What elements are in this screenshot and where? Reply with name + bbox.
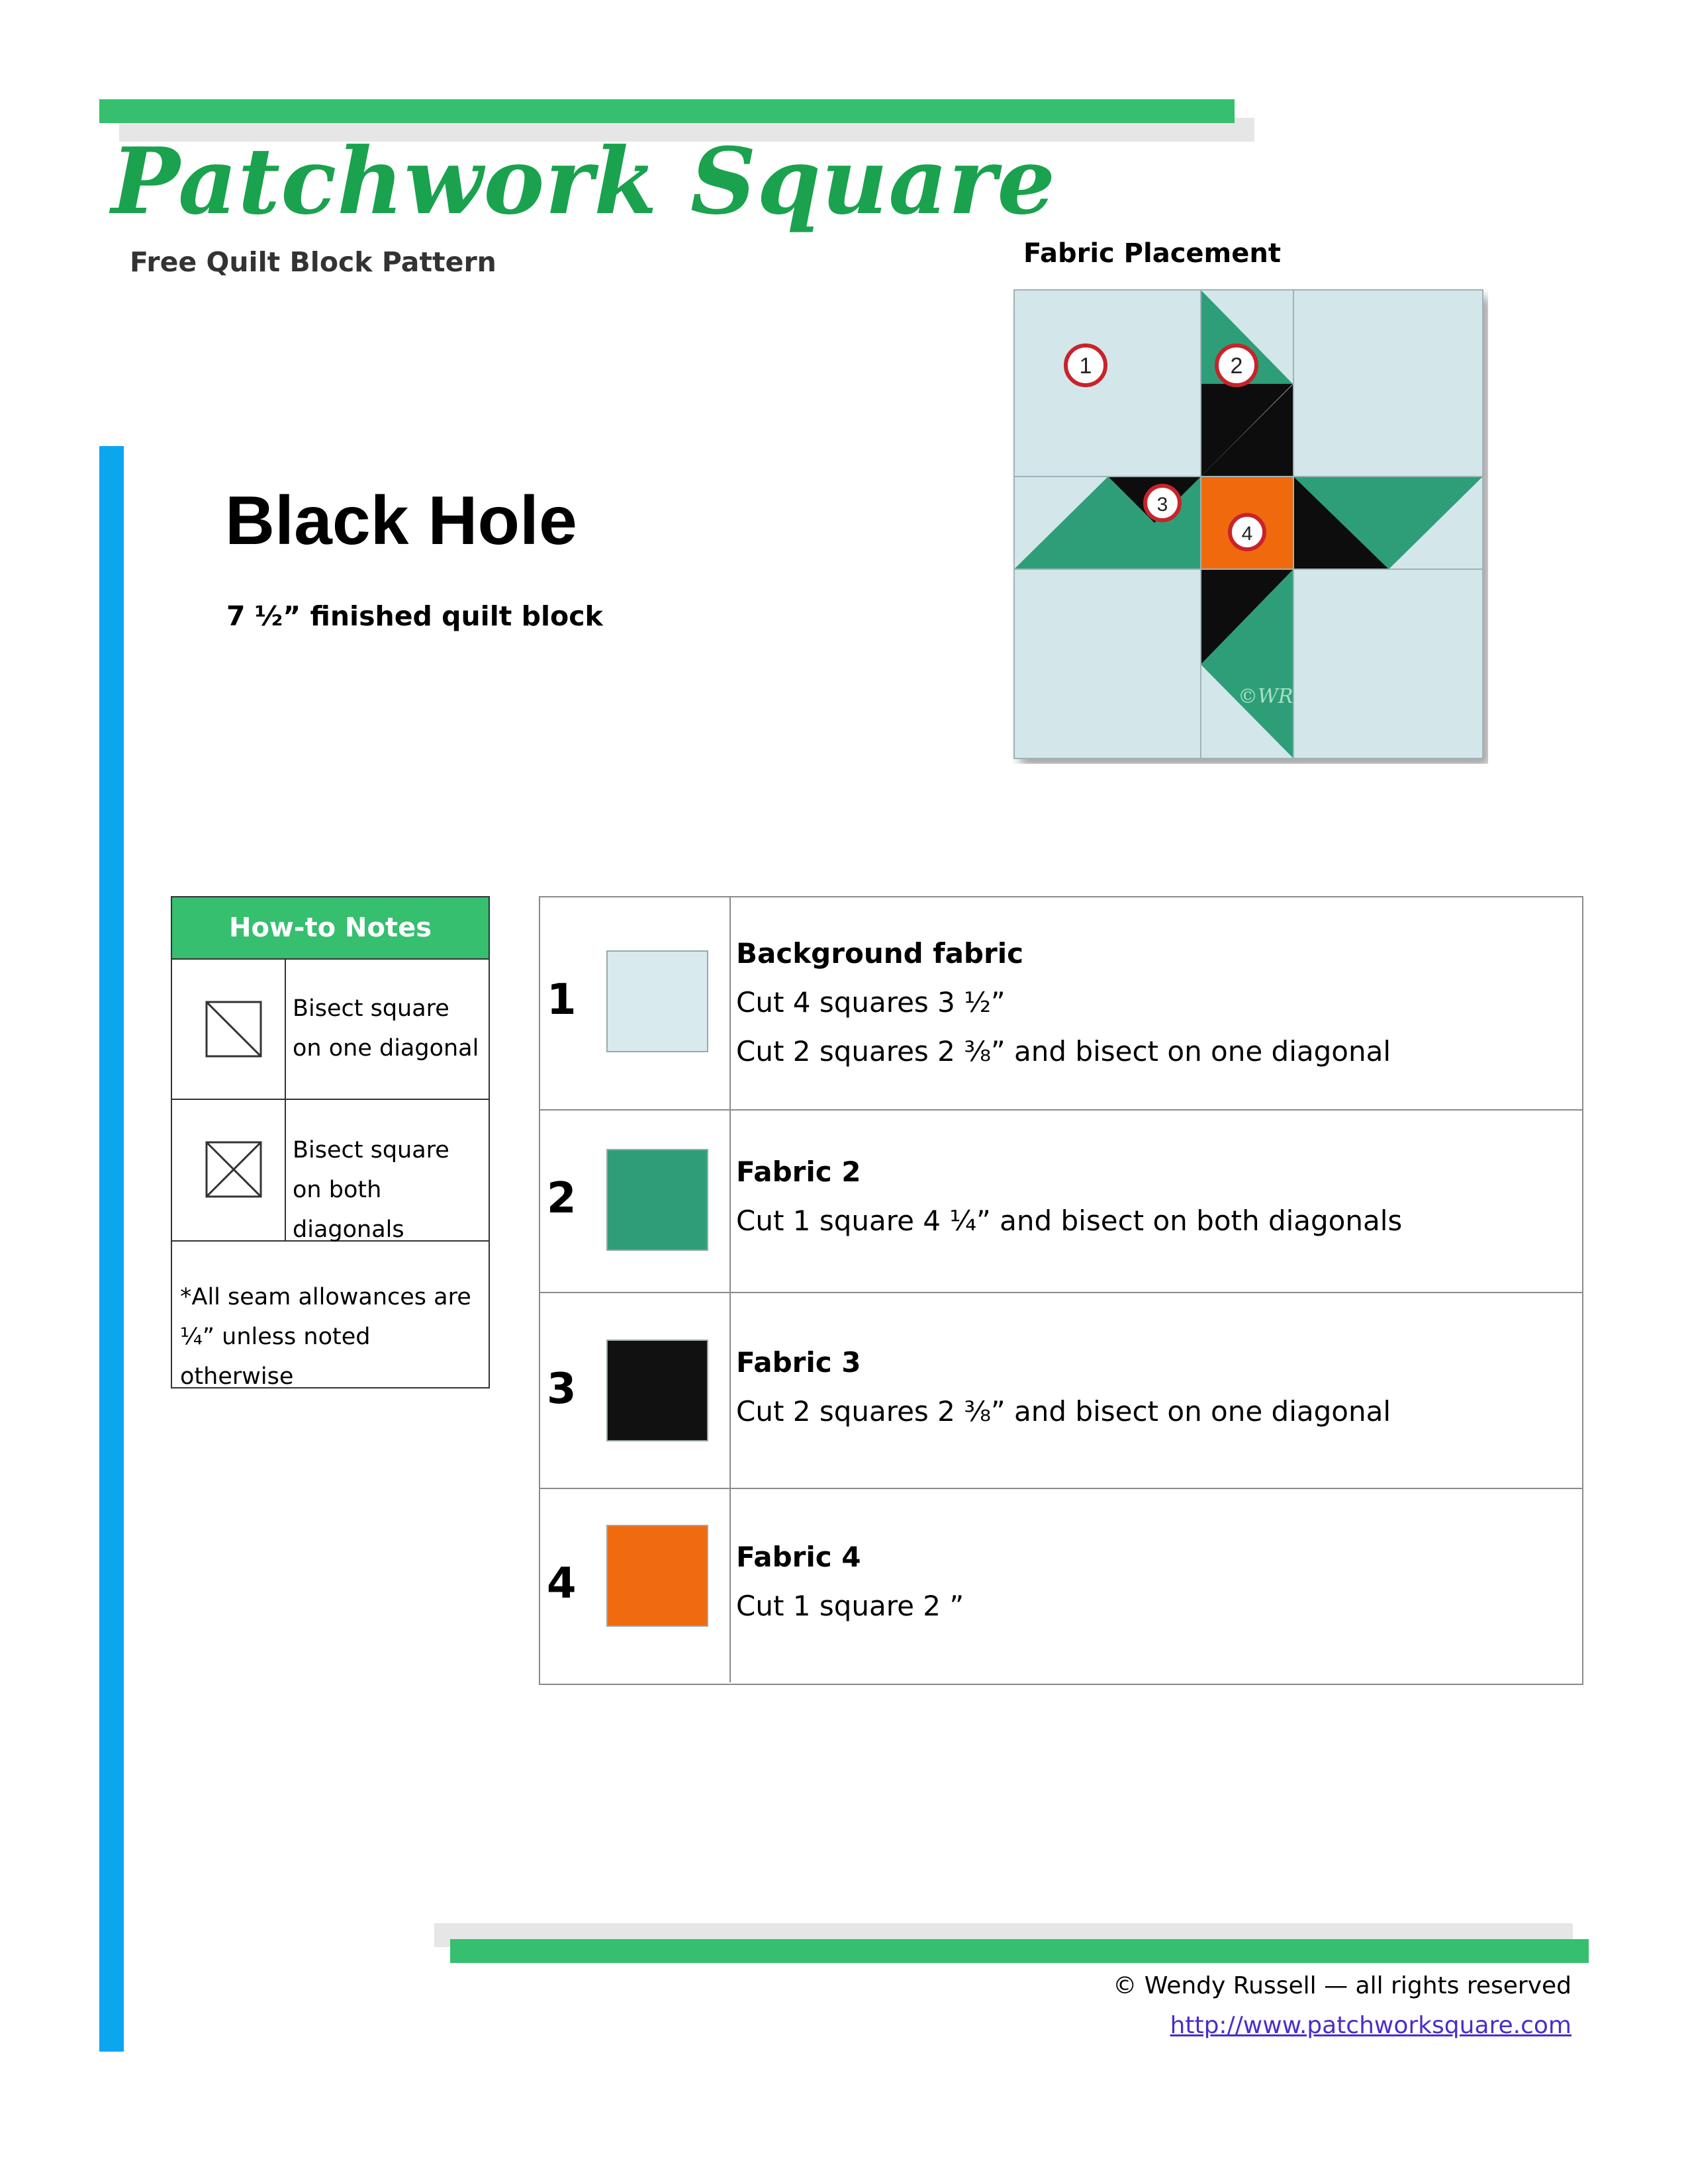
fabric-instruction: Cut 2 squares 2 ⅜” and bisect on one dia… bbox=[736, 1395, 1391, 1428]
svg-text:3: 3 bbox=[1157, 494, 1168, 516]
page-title: Black Hole bbox=[225, 482, 577, 559]
fabric-name: Fabric 4 bbox=[736, 1541, 861, 1573]
fabric-instruction: Cut 1 square 4 ¼” and bisect on both dia… bbox=[736, 1205, 1403, 1237]
website-link[interactable]: http://www.patchworksquare.com bbox=[1170, 2012, 1571, 2039]
fabric-instruction: Cut 2 squares 2 ⅜” and bisect on one dia… bbox=[736, 1035, 1391, 1068]
marker-1: 1 bbox=[1064, 343, 1107, 387]
table-row: 1 Background fabric Cut 4 squares 3 ½” C… bbox=[540, 897, 1582, 1111]
fabric-table: 1 Background fabric Cut 4 squares 3 ½” C… bbox=[539, 896, 1583, 1685]
block-size: 7 ½” finished quilt block bbox=[226, 600, 603, 632]
fabric-number: 2 bbox=[547, 1174, 577, 1223]
fabric-swatch bbox=[606, 1340, 708, 1441]
marker-3: 3 bbox=[1143, 484, 1182, 522]
howto-text: Bisect square on one diagonal bbox=[293, 995, 479, 1062]
placement-label: Fabric Placement bbox=[1023, 238, 1281, 269]
fabric-instruction: Cut 1 square 2 ” bbox=[736, 1590, 964, 1622]
copyright-mark: ©WR bbox=[1238, 685, 1293, 708]
howto-notes-panel: How-to Notes Bisect square on one diagon… bbox=[171, 896, 490, 1390]
one-diagonal-icon bbox=[205, 1001, 262, 1058]
fabric-name: Fabric 3 bbox=[736, 1346, 861, 1379]
svg-text:4: 4 bbox=[1242, 523, 1253, 545]
copyright-text: © Wendy Russell — all rights reserved bbox=[1113, 1972, 1571, 1999]
svg-text:2: 2 bbox=[1231, 353, 1243, 379]
fabric-swatch bbox=[606, 1149, 708, 1251]
fabric-number: 3 bbox=[547, 1365, 577, 1414]
table-row: 2 Fabric 2 Cut 1 square 4 ¼” and bisect … bbox=[540, 1109, 1582, 1293]
fabric-swatch bbox=[606, 950, 708, 1052]
howto-header: How-to Notes bbox=[172, 897, 489, 960]
brand-logo-title: Patchwork Square bbox=[111, 127, 1056, 235]
quilt-block-diagram: 1 2 3 4 ©WR bbox=[1013, 289, 1483, 759]
side-accent-bar bbox=[99, 446, 124, 2052]
top-accent-bar bbox=[99, 99, 1235, 123]
fabric-swatch bbox=[606, 1525, 708, 1627]
table-row: 4 Fabric 4 Cut 1 square 2 ” bbox=[540, 1488, 1582, 1682]
fabric-name: Background fabric bbox=[736, 937, 1023, 970]
fabric-number: 1 bbox=[547, 976, 577, 1024]
fabric-number: 4 bbox=[547, 1559, 577, 1608]
fabric-instruction: Cut 4 squares 3 ½” bbox=[736, 986, 1006, 1019]
marker-2: 2 bbox=[1215, 343, 1258, 387]
svg-text:1: 1 bbox=[1080, 353, 1092, 379]
fabric-name: Fabric 2 bbox=[736, 1156, 861, 1188]
table-row: 3 Fabric 3 Cut 2 squares 2 ⅜” and bisect… bbox=[540, 1292, 1582, 1489]
both-diagonals-icon bbox=[205, 1141, 262, 1198]
howto-row: Bisect square on one diagonal bbox=[172, 960, 489, 1100]
howto-row: Bisect square on both diagonals bbox=[172, 1100, 489, 1243]
marker-4: 4 bbox=[1228, 513, 1266, 551]
seam-allowance-note: *All seam allowances are ¼” unless noted… bbox=[180, 1284, 471, 1390]
brand-subtitle: Free Quilt Block Pattern bbox=[130, 246, 496, 278]
bottom-accent-bar bbox=[450, 1939, 1589, 1963]
howto-text: Bisect square on both diagonals bbox=[293, 1137, 449, 1243]
